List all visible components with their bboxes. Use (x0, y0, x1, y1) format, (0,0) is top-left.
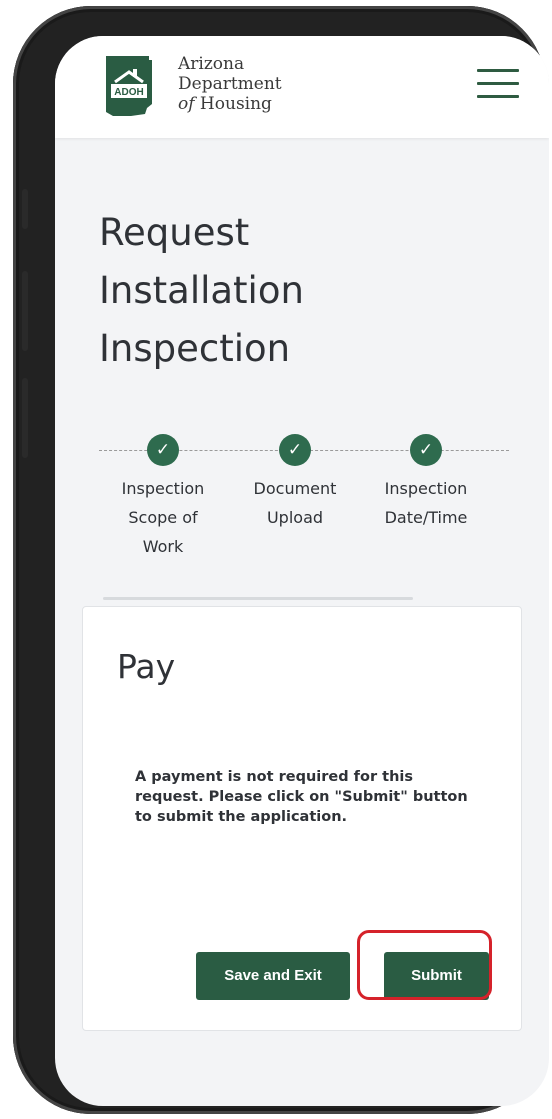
card-title: Pay (117, 647, 176, 686)
page-title-line-2: Installation (99, 269, 304, 312)
phone-screen: ADOH Arizona Department of Housing Reque… (55, 36, 549, 1106)
logo-wordmark: Arizona Department of Housing (178, 54, 328, 114)
progress-stepper: ✓ Inspection Scope of Work ✓ Document Up… (55, 428, 549, 598)
save-and-exit-button[interactable]: Save and Exit (196, 952, 350, 1000)
phone-volume-up-button (22, 271, 28, 351)
adoh-logo[interactable]: ADOH Arizona Department of Housing (103, 54, 282, 126)
step-inspection-datetime: ✓ Inspection Date/Time (366, 428, 486, 532)
step-label: Inspection Date/Time (384, 479, 468, 527)
hamburger-menu-icon[interactable] (477, 67, 519, 101)
step-document-upload: ✓ Document Upload (235, 428, 355, 532)
logo-line-1: Arizona (178, 54, 245, 74)
page-title-line-3: Inspection (99, 327, 291, 370)
pay-card: Pay A payment is not required for this r… (82, 606, 522, 1031)
logo-line-2: Department (178, 74, 282, 94)
page-title: Request Installation Inspection (99, 204, 479, 378)
step-label: Document Upload (253, 479, 337, 527)
phone-volume-down-button (22, 378, 28, 458)
logo-badge-text: ADOH (114, 87, 143, 98)
section-divider (103, 597, 413, 600)
page-title-line-1: Request (99, 211, 250, 254)
step-label: Inspection Scope of Work (121, 479, 205, 556)
arizona-state-logo-icon: ADOH (106, 56, 152, 116)
submit-button[interactable]: Submit (384, 952, 489, 1000)
phone-frame: ADOH Arizona Department of Housing Reque… (13, 6, 549, 1114)
site-header: ADOH Arizona Department of Housing (55, 36, 549, 138)
payment-message: A payment is not required for this reque… (135, 769, 468, 825)
step-complete-check-icon: ✓ (147, 434, 179, 466)
step-inspection-scope: ✓ Inspection Scope of Work (103, 428, 223, 561)
step-complete-check-icon: ✓ (279, 434, 311, 466)
logo-line-3: of Housing (178, 94, 328, 114)
phone-side-button (22, 189, 28, 229)
logo-line-3-rest: Housing (194, 94, 272, 114)
logo-line-3-italic: of (178, 94, 195, 114)
step-complete-check-icon: ✓ (410, 434, 442, 466)
